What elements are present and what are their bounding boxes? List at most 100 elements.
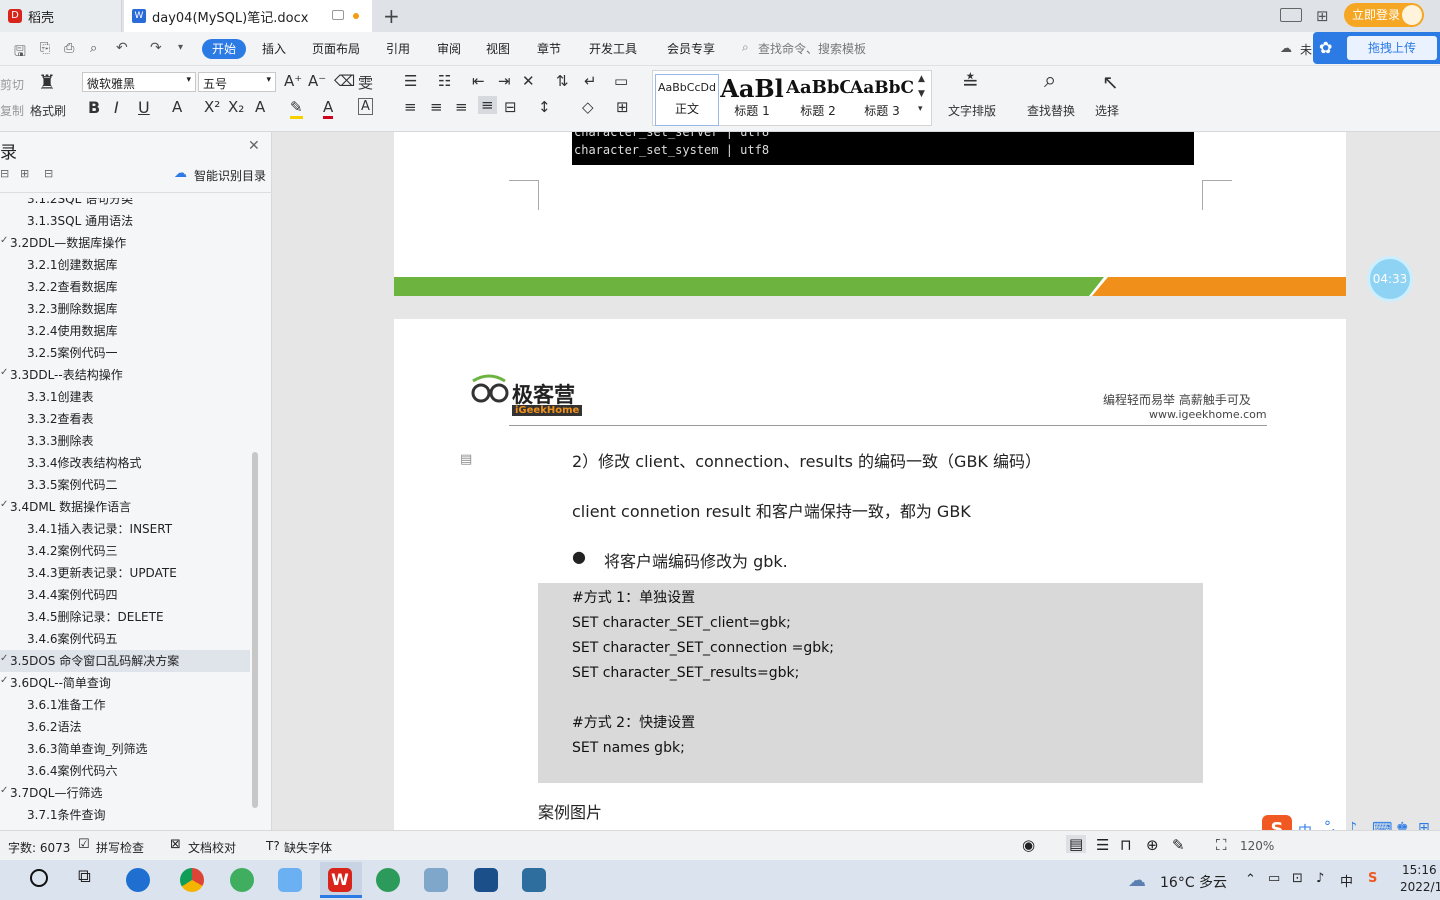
strikethrough-icon[interactable]: A (172, 98, 182, 116)
nav-item[interactable]: 3.2.5案例代码一 (27, 344, 118, 361)
command-search-input[interactable]: 查找命令、搜索模板 (758, 40, 866, 57)
nav-item[interactable]: 3.4.1插入表记录：INSERT (27, 520, 172, 537)
expand-chevron-icon[interactable]: ✓ (0, 675, 8, 686)
ime-tray[interactable]: 中 (1340, 871, 1353, 890)
quick-access-more-icon[interactable]: ▾ (178, 42, 183, 53)
menu-page-layout[interactable]: 页面布局 (312, 40, 360, 57)
weather-text[interactable]: 16°C 多云 (1160, 872, 1227, 892)
nav-item[interactable]: 3.3.4修改表结构格式 (27, 454, 142, 471)
nav-item[interactable]: 3.6.4案例代码六 (27, 762, 118, 779)
ie-browser-icon[interactable] (126, 868, 150, 892)
expand-chevron-icon[interactable]: ✓ (0, 653, 8, 664)
italic-icon[interactable]: I (114, 98, 119, 117)
font-name-select[interactable]: 微软雅黑 ▾ (82, 72, 196, 92)
format-painter-button[interactable]: 格式刷 (30, 102, 66, 119)
nav-scrollbar[interactable] (252, 452, 258, 808)
clock-date[interactable]: 2022/1 (1400, 880, 1440, 894)
print-icon[interactable]: ⎙ (64, 41, 74, 56)
font-shrink-icon[interactable]: A⁻ (308, 72, 326, 90)
char-border-icon[interactable]: A (358, 98, 373, 115)
page-view-icon[interactable]: ▤ (1066, 835, 1087, 853)
nav-item[interactable]: 3.3.1创建表 (27, 388, 94, 405)
save-icon[interactable]: 🖫 (14, 41, 26, 65)
nav-item[interactable]: 3.4.6案例代码五 (27, 630, 118, 647)
text-effect-icon[interactable]: A (255, 98, 265, 116)
fit-page-icon[interactable]: ⛶ (1216, 836, 1227, 854)
missing-font-button[interactable]: 缺失字体 (284, 839, 332, 856)
font-color-icon[interactable]: A (323, 98, 334, 119)
nav-item[interactable]: 3.6.2语法 (27, 718, 82, 735)
write-mode-icon[interactable]: ✎ (1172, 836, 1185, 854)
highlight-icon[interactable]: ✎ (290, 98, 303, 119)
network-icon[interactable]: ⊡ (1292, 871, 1303, 886)
notes-app-icon[interactable] (424, 868, 448, 892)
text-layout-button[interactable]: 文字排版 (948, 102, 996, 119)
style-heading-1[interactable]: AaBl 标题 1 (720, 74, 784, 126)
chrome-icon[interactable] (180, 868, 204, 892)
battery-icon[interactable]: ▭ (1268, 871, 1280, 886)
sort-icon[interactable]: ⇅ (556, 72, 569, 90)
browser-360-icon[interactable] (230, 868, 254, 892)
upload-button[interactable]: ✿ 拖拽上传 (1313, 32, 1440, 64)
reading-view-icon[interactable]: ⊓ (1120, 836, 1132, 854)
nav-item[interactable]: 3.3.3删除表 (27, 432, 94, 449)
volume-icon[interactable]: ♪ (1316, 871, 1324, 886)
nav-item[interactable]: 3.6.1准备工作 (27, 696, 106, 713)
distribute-icon[interactable]: ⊟ (504, 98, 517, 116)
recording-timer[interactable]: 04:33 (1367, 256, 1413, 302)
menu-developer[interactable]: 开发工具 (589, 40, 637, 57)
expand-chevron-icon[interactable]: ✓ (0, 367, 8, 378)
export-icon[interactable]: ⎘ (40, 41, 50, 56)
nav-item[interactable]: 3.2.2查看数据库 (27, 278, 118, 295)
align-right-icon[interactable]: ≡ (455, 98, 468, 116)
chinese-layout-icon[interactable]: ✕ (522, 72, 535, 90)
nav-item[interactable]: 3.3.5案例代码二 (27, 476, 118, 493)
nav-item[interactable]: 3.1.3SQL 通用语法 (27, 212, 133, 229)
tab-docer[interactable]: D 稻壳 (0, 0, 122, 32)
spell-check-button[interactable]: 拼写检查 (96, 839, 144, 856)
smart-toc-button[interactable]: 智能识别目录 (194, 167, 266, 184)
nav-item[interactable]: 3.2.3删除数据库 (27, 300, 118, 317)
zoom-level[interactable]: 120% (1240, 839, 1274, 853)
nav-item[interactable]: 3.2DDL—数据库操作 (10, 234, 126, 251)
login-button[interactable]: 立即登录 (1344, 3, 1424, 27)
nav-item[interactable]: 3.7DQL—行筛选 (10, 784, 102, 801)
undo-icon[interactable]: ↶ (116, 40, 128, 56)
menu-chapter[interactable]: 章节 (537, 40, 561, 57)
redo-icon[interactable]: ↷ (150, 40, 162, 56)
underline-icon[interactable]: U (138, 98, 150, 117)
nav-item[interactable]: 3.7.1条件查询 (27, 806, 106, 823)
word-count[interactable]: 字数: 6073 (8, 839, 70, 856)
sogou-tray-icon[interactable]: S (1368, 871, 1377, 886)
line-spacing-icon[interactable]: ↕ (538, 98, 551, 116)
copy-button[interactable]: 复制 (0, 102, 24, 119)
nav-item[interactable]: 3.2.4使用数据库 (27, 322, 118, 339)
remote-desktop-icon[interactable] (474, 868, 498, 892)
menu-insert[interactable]: 插入 (262, 40, 286, 57)
menu-member[interactable]: 会员专享 (667, 40, 715, 57)
bullet-list-icon[interactable]: ☰ (404, 72, 417, 90)
menu-review[interactable]: 审阅 (437, 40, 461, 57)
borders-icon[interactable]: ⊞ (616, 98, 629, 116)
nav-item[interactable]: 3.4.3更新表记录：UPDATE (27, 564, 177, 581)
tab-document[interactable]: W day04(MySQL)笔记.docx (124, 0, 372, 32)
shading-icon[interactable]: ◇ (582, 98, 594, 116)
window-mode-icon[interactable] (332, 10, 344, 20)
paragraph-handle-icon[interactable]: ▤ (460, 452, 472, 467)
outline-view-icon[interactable]: ☰ (1096, 836, 1109, 854)
layout-icon[interactable] (1280, 8, 1302, 22)
expand-chevron-icon[interactable]: ✓ (0, 235, 8, 246)
wps-icon[interactable]: W (328, 868, 352, 892)
expand-icon[interactable]: ⊞ (20, 167, 29, 180)
tray-expand-icon[interactable]: ⌃ (1245, 872, 1256, 887)
decrease-indent-icon[interactable]: ⇤ (472, 72, 485, 90)
subscript-icon[interactable]: X₂ (228, 98, 244, 116)
nav-item[interactable]: 3.5DOS 命令窗口乱码解决方案 (10, 652, 179, 669)
doc-proof-button[interactable]: 文档校对 (188, 839, 236, 856)
nav-item[interactable]: 3.4.5删除记录：DELETE (27, 608, 164, 625)
show-marks-icon[interactable]: ↵ (584, 72, 597, 90)
nav-item[interactable]: 3.4.4案例代码四 (27, 586, 118, 603)
justify-icon[interactable]: ≡ (478, 96, 497, 114)
print-preview-icon[interactable]: ⌕ (90, 41, 97, 56)
nav-item[interactable]: 3.3.2查看表 (27, 410, 94, 427)
